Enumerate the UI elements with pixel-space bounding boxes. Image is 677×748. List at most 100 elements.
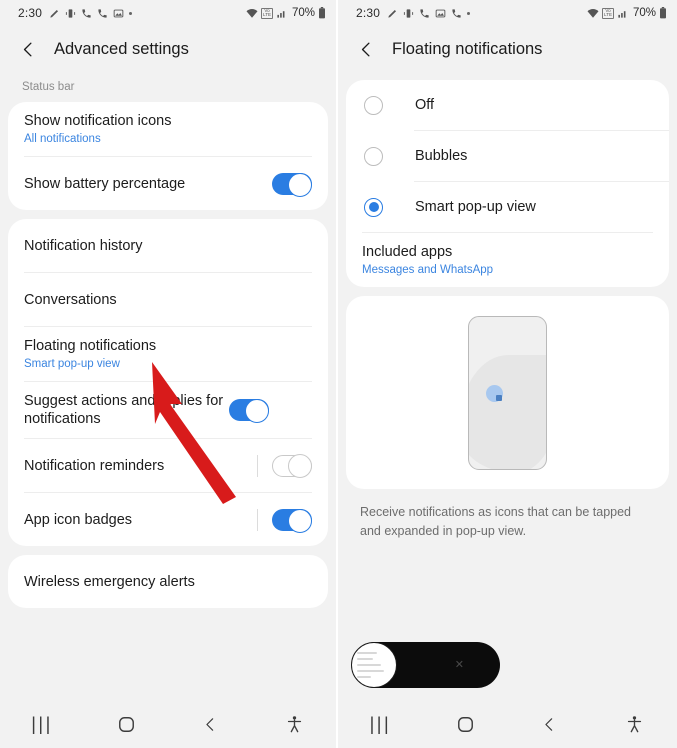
volte-icon: Vo LTE xyxy=(261,7,273,19)
setting-row-suggest-actions-and-replies[interactable]: Suggest actions and replies for notifica… xyxy=(8,382,328,438)
image-icon xyxy=(113,8,124,19)
wifi-icon xyxy=(587,8,599,19)
floating-bubble-icon xyxy=(486,384,503,402)
app-bar: Advanced settings xyxy=(0,26,336,72)
setting-row-conversations[interactable]: Conversations xyxy=(8,273,328,326)
radio-button-off[interactable] xyxy=(364,95,383,115)
row-title: Included apps xyxy=(362,244,453,260)
home-button[interactable] xyxy=(103,707,149,741)
row-title: Notification history xyxy=(24,237,143,254)
radio-label: Bubbles xyxy=(415,148,468,164)
toggle-app-icon-badges[interactable] xyxy=(272,508,312,533)
card-floating-mode-options: Off Bubbles Smart pop-up view Included a… xyxy=(346,80,669,287)
phone-mockup-illustration xyxy=(468,315,547,470)
setting-row-show-notification-icons[interactable]: Show notification icons All notification… xyxy=(8,102,328,156)
signal-bars-icon xyxy=(617,8,628,19)
navigation-bar: ||| xyxy=(338,700,677,748)
status-bar-system-icons: Vo LTE 70% xyxy=(246,7,326,19)
signal-bars-icon xyxy=(276,8,287,19)
row-subtitle: All notifications xyxy=(24,133,101,145)
setting-row-show-battery-percentage[interactable]: Show battery percentage xyxy=(8,157,328,210)
row-subtitle: Messages and WhatsApp xyxy=(362,264,494,276)
call-forward-icon xyxy=(97,8,108,19)
card-status-bar: Show notification icons All notification… xyxy=(8,102,328,210)
status-bar-clock: 2:30 xyxy=(356,6,381,20)
status-bar-notification-icons xyxy=(387,8,471,19)
status-bar: 2:30 Vo LTE 70% xyxy=(0,0,336,26)
settings-list: Status bar Show notification icons All n… xyxy=(0,72,336,608)
recents-button[interactable]: ||| xyxy=(357,707,403,741)
radio-button-smart-popup-view[interactable] xyxy=(364,197,383,217)
toggle-notification-reminders[interactable] xyxy=(272,454,313,479)
battery-percentage-label: 70% xyxy=(291,7,315,19)
recents-button[interactable]: ||| xyxy=(19,707,65,741)
right-phone-screen: 2:30 Vo LTE 70% Floating notifications O… xyxy=(338,0,677,748)
card-notifications: Notification history Conversations Float… xyxy=(8,219,328,546)
setting-row-wireless-emergency-alerts[interactable]: Wireless emergency alerts xyxy=(8,555,328,608)
toggle-wrap xyxy=(229,399,269,423)
image-icon xyxy=(435,8,446,19)
accessibility-button[interactable] xyxy=(271,707,317,741)
row-subtitle: Smart pop-up view xyxy=(24,358,120,370)
toggle-separator xyxy=(257,508,258,531)
mode-description: Receive notifications as icons that can … xyxy=(360,505,632,538)
dual-screenshot-container: 2:30 Vo LTE 70% Advanced settings Status… xyxy=(0,0,677,748)
row-title: Conversations xyxy=(24,291,117,308)
row-title: Show battery percentage xyxy=(24,175,186,192)
home-button[interactable] xyxy=(442,707,488,741)
back-button[interactable] xyxy=(16,37,40,61)
vibrate-icon xyxy=(403,8,414,19)
dot-icon xyxy=(467,11,471,15)
card-emergency-alerts: Wireless emergency alerts xyxy=(8,555,328,608)
call-icon xyxy=(419,8,430,19)
row-title: Suggest actions and replies for notifica… xyxy=(24,393,224,427)
setting-row-notification-reminders[interactable]: Notification reminders xyxy=(8,439,328,492)
left-phone-screen: 2:30 Vo LTE 70% Advanced settings Status… xyxy=(0,0,338,748)
battery-percentage-label: 70% xyxy=(632,7,656,19)
accessibility-button[interactable] xyxy=(612,707,658,741)
volte-icon: Vo LTE xyxy=(602,7,614,19)
setting-row-app-icon-badges[interactable]: App icon badges xyxy=(8,493,328,546)
row-title: Wireless emergency alerts xyxy=(24,573,195,590)
toggle-wrap xyxy=(257,454,313,479)
app-bar: Floating notifications xyxy=(338,26,677,72)
pencil-icon xyxy=(387,8,398,19)
setting-row-notification-history[interactable]: Notification history xyxy=(8,219,328,272)
toggle-show-battery-percentage[interactable] xyxy=(272,172,312,197)
status-bar-clock: 2:30 xyxy=(18,6,43,20)
radio-row-smart-popup-view[interactable]: Smart pop-up view xyxy=(346,182,669,232)
row-title: App icon badges xyxy=(24,511,133,528)
radio-button-bubbles[interactable] xyxy=(364,146,383,166)
radio-label: Smart pop-up view xyxy=(415,199,536,215)
dot-icon xyxy=(129,11,133,15)
page-title: Advanced settings xyxy=(54,39,189,58)
back-nav-button[interactable] xyxy=(527,707,573,741)
battery-icon xyxy=(318,7,326,19)
toggle-separator xyxy=(257,454,258,477)
radio-row-bubbles[interactable]: Bubbles xyxy=(346,131,669,181)
pencil-icon xyxy=(49,8,60,19)
vibrate-icon xyxy=(65,8,76,19)
back-nav-button[interactable] xyxy=(187,707,233,741)
row-title: Notification reminders xyxy=(24,457,165,474)
section-header-status-bar: Status bar xyxy=(22,81,75,93)
row-title: Show notification icons xyxy=(24,113,172,129)
call-icon xyxy=(81,8,92,19)
setting-row-floating-notifications[interactable]: Floating notifications Smart pop-up view xyxy=(8,327,328,381)
row-title: Floating notifications xyxy=(24,338,157,354)
radio-label: Off xyxy=(415,97,435,113)
setting-row-included-apps[interactable]: Included apps Messages and WhatsApp xyxy=(346,233,669,287)
close-icon[interactable]: ✕ xyxy=(455,659,464,671)
floating-bubble-overlay[interactable]: ✕ xyxy=(351,642,500,688)
page-title: Floating notifications xyxy=(392,39,543,58)
floating-notifications-options: Off Bubbles Smart pop-up view Included a… xyxy=(338,72,677,541)
radio-row-off[interactable]: Off xyxy=(346,80,669,130)
toggle-suggest-actions-and-replies[interactable] xyxy=(229,399,269,423)
status-bar-notification-icons xyxy=(49,8,133,19)
navigation-bar: ||| xyxy=(0,700,336,748)
app-preview-thumbnail[interactable] xyxy=(351,642,397,688)
toggle-wrap xyxy=(257,508,312,533)
illustration-card xyxy=(346,296,669,489)
back-button[interactable] xyxy=(354,37,378,61)
status-bar: 2:30 Vo LTE 70% xyxy=(338,0,677,26)
